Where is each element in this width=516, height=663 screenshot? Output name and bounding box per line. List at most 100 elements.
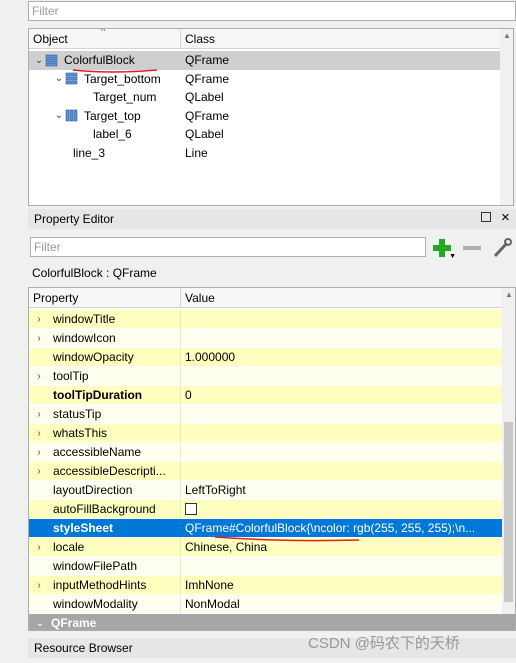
property-name: autoFillBackground xyxy=(53,502,156,516)
property-row[interactable]: layoutDirection LeftToRight xyxy=(29,481,503,500)
property-name-cell[interactable]: styleSheet xyxy=(29,519,181,537)
property-row[interactable]: windowOpacity 1.000000 xyxy=(29,348,503,367)
object-name: line_3 xyxy=(73,145,106,160)
property-value[interactable] xyxy=(181,462,503,480)
property-filter-input[interactable]: Filter xyxy=(30,237,426,257)
property-object-caption: ColorfulBlock : QFrame xyxy=(32,266,157,280)
property-name-cell[interactable]: › statusTip xyxy=(29,405,181,423)
tree-row[interactable]: label_6 QLabel xyxy=(29,125,501,144)
object-name: label_6 xyxy=(93,127,132,142)
property-name-cell[interactable]: toolTipDuration xyxy=(29,386,181,404)
property-value[interactable]: 0 xyxy=(181,386,503,404)
column-header-object[interactable]: Object ^ xyxy=(29,29,181,48)
property-value[interactable] xyxy=(181,557,503,575)
property-name-cell[interactable]: › inputMethodHints xyxy=(29,576,181,594)
tree-row[interactable]: Target_num QLabel xyxy=(29,88,501,107)
property-name-cell[interactable]: › windowIcon xyxy=(29,329,181,347)
close-icon[interactable]: × xyxy=(501,209,510,226)
property-row[interactable]: › toolTip xyxy=(29,367,503,386)
property-row[interactable]: › inputMethodHints ImhNone xyxy=(29,576,503,595)
property-value[interactable] xyxy=(181,424,503,442)
chevron-right-icon[interactable]: › xyxy=(34,580,44,591)
property-name-cell[interactable]: › locale xyxy=(29,538,181,556)
group-label: QFrame xyxy=(51,616,97,630)
property-editor-titlebar: Property Editor × xyxy=(28,209,516,229)
chevron-down-icon[interactable]: ⌄ xyxy=(53,110,65,121)
property-name-cell[interactable]: › accessibleDescripti... xyxy=(29,462,181,480)
column-header-class[interactable]: Class xyxy=(181,29,513,48)
annotation-underline-stylesheet xyxy=(214,536,360,542)
property-name-cell[interactable]: › toolTip xyxy=(29,367,181,385)
property-row[interactable]: windowModality NonModal xyxy=(29,595,503,614)
property-name-cell[interactable]: windowFilePath xyxy=(29,557,181,575)
property-name-cell[interactable]: › accessibleName xyxy=(29,443,181,461)
property-value[interactable] xyxy=(181,405,503,423)
checkbox[interactable] xyxy=(185,503,197,515)
property-value[interactable]: NonModal xyxy=(181,595,503,613)
property-value[interactable] xyxy=(181,329,503,347)
object-class: QFrame xyxy=(185,71,230,86)
property-name: inputMethodHints xyxy=(53,578,147,592)
property-name-cell[interactable]: › whatsThis xyxy=(29,424,181,442)
property-row[interactable]: autoFillBackground xyxy=(29,500,503,519)
scrollbar-thumb[interactable] xyxy=(504,422,513,602)
column-header-property[interactable]: Property xyxy=(29,288,181,307)
chevron-right-icon[interactable]: › xyxy=(34,542,44,553)
column-property-label: Property xyxy=(33,290,79,305)
property-name-cell[interactable]: layoutDirection xyxy=(29,481,181,499)
property-value[interactable]: 1.000000 xyxy=(181,348,503,366)
property-row[interactable]: › statusTip xyxy=(29,405,503,424)
property-name-cell[interactable]: autoFillBackground xyxy=(29,500,181,518)
column-value-label: Value xyxy=(185,290,215,305)
chevron-right-icon[interactable]: › xyxy=(34,428,44,439)
tree-row[interactable]: line_3 Line xyxy=(29,144,501,163)
property-name-cell[interactable]: windowModality xyxy=(29,595,181,613)
remove-dynamic-property-button[interactable] xyxy=(458,236,486,260)
property-value[interactable]: ImhNone xyxy=(181,576,503,594)
property-name: accessibleDescripti... xyxy=(53,464,166,478)
property-table[interactable]: Property Value › windowTitle › windowIcon wi… xyxy=(28,287,516,631)
object-name: ColorfulBlock xyxy=(64,53,135,68)
property-value[interactable] xyxy=(181,500,503,518)
property-row[interactable]: › accessibleName xyxy=(29,443,503,462)
property-name: layoutDirection xyxy=(53,483,133,497)
property-scrollbar[interactable]: ▲ xyxy=(502,288,515,614)
property-name: toolTip xyxy=(53,369,89,383)
add-dynamic-property-button[interactable]: ▼ xyxy=(428,236,456,260)
property-value[interactable]: LeftToRight xyxy=(181,481,503,499)
tree-row[interactable]: ⌄ Target_top QFrame xyxy=(29,107,501,126)
object-class: Line xyxy=(185,145,208,160)
property-name-cell[interactable]: windowOpacity xyxy=(29,348,181,366)
chevron-down-icon[interactable]: ⌄ xyxy=(53,73,65,84)
property-row[interactable]: windowFilePath xyxy=(29,557,503,576)
property-value[interactable] xyxy=(181,367,503,385)
column-header-value[interactable]: Value xyxy=(181,288,515,307)
property-row[interactable]: › windowTitle xyxy=(29,310,503,329)
property-row[interactable]: › whatsThis xyxy=(29,424,503,443)
property-value[interactable] xyxy=(181,443,503,461)
property-row[interactable]: › windowIcon xyxy=(29,329,503,348)
group-row-qframe[interactable]: ⌄ QFrame xyxy=(29,614,515,630)
chevron-right-icon[interactable]: › xyxy=(34,333,44,344)
minus-icon xyxy=(463,246,481,250)
property-row[interactable]: toolTipDuration 0 xyxy=(29,386,503,405)
dropdown-arrow-icon: ▼ xyxy=(449,253,456,260)
property-value[interactable] xyxy=(181,310,503,328)
object-tree[interactable]: Object ^ Class ⌄ ColorfulBlock QFrame ⌄ Targ… xyxy=(28,28,514,206)
float-icon[interactable] xyxy=(481,212,491,222)
chevron-right-icon[interactable]: › xyxy=(34,314,44,325)
chevron-right-icon[interactable]: › xyxy=(34,466,44,477)
configure-button[interactable] xyxy=(490,236,514,260)
property-row[interactable]: › accessibleDescripti... xyxy=(29,462,503,481)
property-name-cell[interactable]: › windowTitle xyxy=(29,310,181,328)
object-tree-scrollbar[interactable]: ▲ xyxy=(500,29,513,205)
chevron-right-icon[interactable]: › xyxy=(34,447,44,458)
chevron-right-icon[interactable]: › xyxy=(34,371,44,382)
property-table-header: Property Value xyxy=(29,288,515,308)
chevron-right-icon[interactable]: › xyxy=(34,409,44,420)
chevron-down-icon[interactable]: ⌄ xyxy=(33,55,45,66)
object-filter-input[interactable]: Filter xyxy=(28,1,516,21)
horizontal-layout-icon xyxy=(65,109,78,122)
property-name: accessibleName xyxy=(53,445,142,459)
chevron-down-icon: ⌄ xyxy=(35,617,45,629)
